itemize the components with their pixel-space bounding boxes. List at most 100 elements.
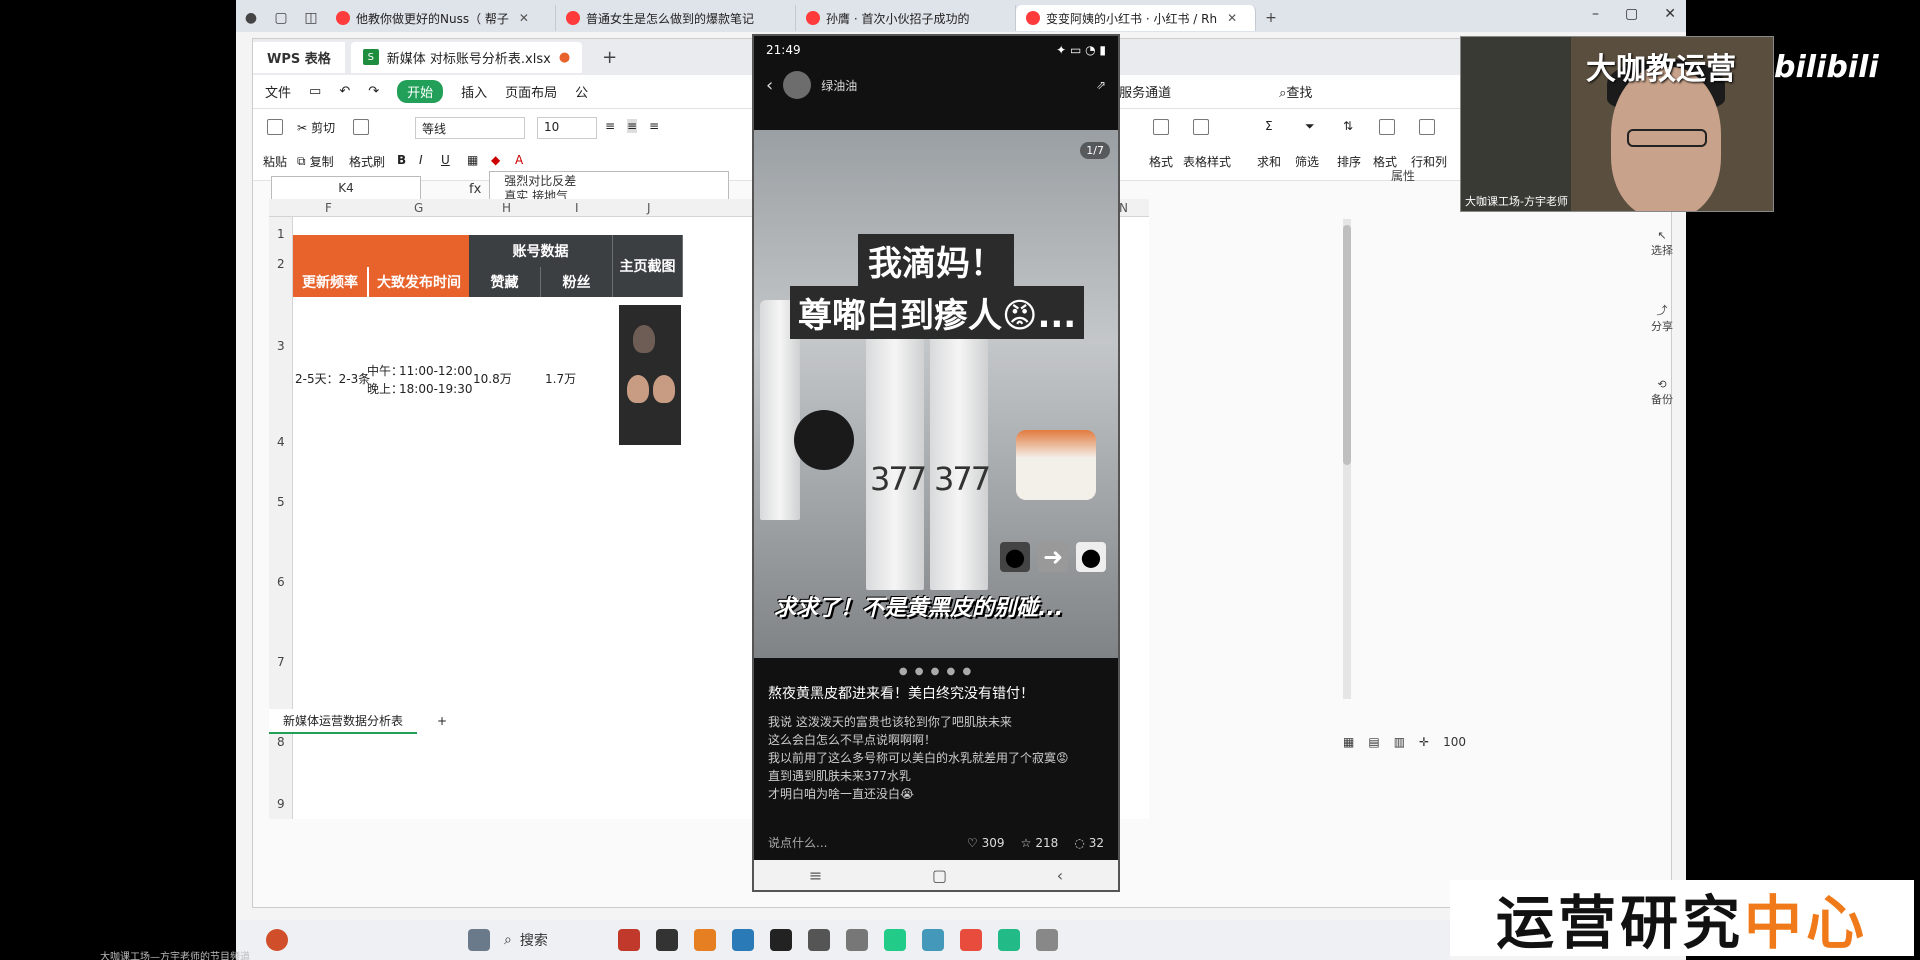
cell-noon-label[interactable]: 中午： [367,363,403,379]
vertical-scrollbar[interactable] [1343,219,1351,699]
tab-actions-icon[interactable]: ◫ [296,5,326,31]
row-col-button[interactable]: 行和列 [1411,153,1447,170]
cut-button[interactable]: ✂ 剪切 [297,119,335,136]
font-color-icon[interactable]: A [515,153,523,167]
text-editor-icon[interactable] [807,929,830,951]
sort-icon[interactable]: ⇅ [1343,119,1353,133]
borders-icon[interactable]: ▦ [467,153,478,167]
add-sheet-icon[interactable]: + [437,714,447,728]
bold-button[interactable]: B [397,153,406,167]
row-6[interactable]: 6 [277,575,285,589]
author-avatar[interactable] [783,71,812,99]
taskbar-app-icon[interactable] [883,929,906,951]
cell-night-label[interactable]: 晚上： [367,381,403,397]
sort-button[interactable]: 排序 [1337,153,1361,170]
scroll-thumb[interactable] [1343,225,1351,465]
wps-home-tab[interactable]: WPS 表格 [253,41,345,73]
add-document-button[interactable]: + [602,47,617,68]
menu-page-layout[interactable]: 页面布局 [505,82,557,101]
save-icon[interactable]: ▭ [309,84,321,99]
new-tab-button[interactable]: + [1256,5,1286,31]
backup-tool[interactable]: ⟲ 备份 [1647,378,1677,407]
start-orb-icon[interactable] [266,929,288,951]
wps-file-tab[interactable]: S 新媒体 对标账号分析表.xlsx ● [350,41,583,73]
taskbar-app-icon[interactable] [655,929,678,951]
redo-icon[interactable]: ↷ [368,84,379,99]
header-homepage[interactable]: 主页截图 [613,235,683,297]
taskbar-app-icon[interactable] [997,929,1020,951]
find-button[interactable]: ⌕查找 [1279,82,1312,101]
row-7[interactable]: 7 [277,655,285,669]
cell-likes[interactable]: 10.8万 [473,371,512,387]
row-1[interactable]: 1 [277,227,285,241]
row-9[interactable]: 9 [277,797,285,811]
format-button[interactable]: 格式 [1149,153,1173,170]
folder-icon[interactable] [693,929,716,951]
column-g[interactable]: G [414,201,423,215]
properties-label[interactable]: 属性 [1391,167,1415,184]
header-likes[interactable]: 赞藏 [469,267,541,297]
paste-label-button[interactable]: 粘贴 [263,153,287,170]
comment-input[interactable]: 说点什么... [768,834,951,851]
format-painter-icon[interactable] [353,119,369,135]
menu-icon[interactable]: ≡ [809,866,822,885]
share-tool[interactable]: ⤴ 分享 [1647,302,1677,334]
close-tab-icon[interactable]: ✕ [519,11,529,25]
fill-color-icon[interactable]: ◆ [491,153,500,167]
collect-button[interactable]: ☆ 218 [1021,836,1059,850]
row-5[interactable]: 5 [277,495,285,509]
align-center-icon[interactable]: ≡ [627,119,638,133]
undo-icon[interactable]: ↶ [339,84,350,99]
sum-icon[interactable]: Σ [1265,119,1273,133]
header-account-data[interactable]: 账号数据 [469,235,613,267]
workspaces-icon[interactable]: ▢ [266,5,296,31]
underline-button[interactable]: U [441,153,450,167]
row-4[interactable]: 4 [277,435,285,449]
align-left-icon[interactable]: ≡ [605,119,615,133]
phone-link-icon[interactable] [1035,929,1058,951]
photos-icon[interactable] [921,929,944,951]
row-2[interactable]: 2 [277,257,285,271]
header-fans[interactable]: 粉丝 [541,267,613,297]
column-i[interactable]: I [575,201,579,215]
filter-button[interactable]: 筛选 [1295,153,1319,170]
browser-tab[interactable]: 他教你做更好的Nuss（ 帮子 ✕ [326,5,556,31]
home-icon[interactable]: ▢ [932,866,947,885]
select-tool[interactable]: ↖ 选择 [1647,229,1677,258]
menu-start[interactable]: 开始 [397,80,444,103]
like-button[interactable]: ♡ 309 [967,836,1005,850]
filter-icon[interactable]: ⏷ [1305,119,1315,134]
start-icon[interactable] [468,929,490,951]
browser-profile-icon[interactable]: ● [236,5,266,31]
back-icon[interactable]: ‹ [766,75,773,96]
menu-insert[interactable]: 插入 [461,82,487,101]
column-j[interactable]: J [647,201,651,215]
paste-button[interactable] [267,119,283,135]
sum-button[interactable]: 求和 [1257,153,1281,170]
page-view-icon[interactable]: ▤ [1368,735,1379,749]
align-right-icon[interactable]: ≡ [649,119,659,133]
column-f[interactable]: F [325,201,332,215]
format-painter-button[interactable]: 格式刷 [349,153,385,170]
cell-format-icon[interactable] [1379,119,1395,135]
column-h[interactable]: H [502,201,511,215]
browser-tab-active[interactable]: 变变阿姨的小红书 · 小红书 / Rh ✕ [1016,5,1256,31]
font-size-select[interactable]: 10 [537,117,597,139]
cell-freq[interactable]: 2-5天：2-3条 [295,371,370,387]
reading-mode-icon[interactable]: ✛ [1419,735,1429,749]
homepage-screenshot-image[interactable] [619,305,681,445]
taskbar-app-icon[interactable] [959,929,982,951]
italic-button[interactable]: I [419,153,423,167]
zoom-value[interactable]: 100 [1443,735,1466,749]
row-col-icon[interactable] [1419,119,1435,135]
cell-night-time[interactable]: 18:00-19:30 [399,381,473,397]
fx-icon[interactable]: fx [469,182,481,197]
taskbar-app-icon[interactable] [769,929,792,951]
taskbar-app-icon[interactable] [845,929,868,951]
post-image[interactable]: 1/7 377 377 我滴妈！ 尊嘟白到瘆人😡... ● ➜ ● 求求了！不是… [754,130,1118,658]
copy-button[interactable]: ⧉ 复制 [297,153,334,170]
taskbar-app-icon[interactable] [617,929,640,951]
cell-fans[interactable]: 1.7万 [545,371,576,387]
conditional-format-icon[interactable] [1153,119,1169,135]
menu-file[interactable]: 文件 [265,82,291,101]
